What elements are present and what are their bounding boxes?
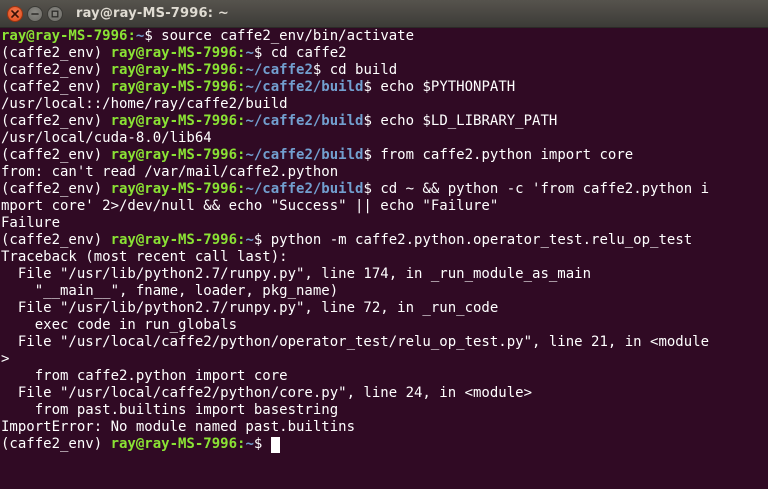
output-line: from past.builtins import basestring	[1, 402, 339, 418]
output-line: File "/usr/local/caffe2/python/core.py",…	[1, 385, 533, 401]
output-line: /usr/local::/home/ray/caffe2/build	[1, 96, 288, 112]
prompt-line: (caffe2_env) ray@ray-MS-7996:~$	[1, 436, 768, 453]
prompt-user-host: ray@ray-MS-7996	[110, 232, 238, 248]
prompt-command: $ cd ~ && python -c 'from caffe2.python …	[363, 181, 710, 197]
output-line: /usr/local/cuda-8.0/lib64	[1, 130, 212, 146]
prompt-command: $ source caffe2_env/bin/activate	[144, 28, 415, 44]
output-line: from: can't read /var/mail/caffe2.python	[1, 164, 339, 180]
prompt-command: $ cd caffe2	[253, 45, 347, 61]
prompt-line: (caffe2_env) ray@ray-MS-7996:~$ python -…	[1, 232, 768, 249]
prompt-env: (caffe2_env)	[1, 45, 111, 61]
prompt-path: ~	[245, 232, 254, 248]
output-line: mport core' 2>/dev/null && echo "Success…	[1, 198, 499, 214]
prompt-line: (caffe2_env) ray@ray-MS-7996:~/caffe2$ c…	[1, 62, 768, 79]
prompt-line: (caffe2_env) ray@ray-MS-7996:~/caffe2/bu…	[1, 147, 768, 164]
prompt-command: $ echo $PYTHONPATH	[363, 79, 516, 95]
prompt-path: ~/caffe2/build	[245, 181, 364, 197]
prompt-separator: :	[127, 28, 136, 44]
output-line: Traceback (most recent call last):	[1, 249, 288, 265]
prompt-user-host: ray@ray-MS-7996	[110, 62, 238, 78]
prompt-env: (caffe2_env)	[1, 147, 111, 163]
prompt-path: ~/caffe2/build	[245, 79, 364, 95]
prompt-line: (caffe2_env) ray@ray-MS-7996:~/caffe2/bu…	[1, 181, 768, 198]
prompt-command: $ python -m caffe2.python.operator_test.…	[253, 232, 693, 248]
prompt-env: (caffe2_env)	[1, 113, 111, 129]
prompt-user-host: ray@ray-MS-7996	[110, 147, 238, 163]
output-line: >	[1, 351, 10, 367]
close-icon	[11, 9, 19, 18]
prompt-command: $ from caffe2.python import core	[363, 147, 634, 163]
title-bar[interactable]: ray@ray-MS-7996: ~	[0, 0, 768, 28]
prompt-line: (caffe2_env) ray@ray-MS-7996:~/caffe2/bu…	[1, 113, 768, 130]
prompt-user-host: ray@ray-MS-7996	[110, 181, 238, 197]
maximize-button[interactable]	[47, 5, 63, 22]
prompt-path: ~	[245, 436, 254, 452]
prompt-env: (caffe2_env)	[1, 79, 111, 95]
prompt-command: $ echo $LD_LIBRARY_PATH	[363, 113, 558, 129]
prompt-line: (caffe2_env) ray@ray-MS-7996:~/caffe2/bu…	[1, 79, 768, 96]
prompt-path: ~/caffe2	[245, 62, 313, 78]
terminal-output[interactable]: ray@ray-MS-7996:~$ source caffe2_env/bin…	[0, 28, 768, 489]
prompt-path: ~/caffe2/build	[245, 113, 364, 129]
prompt-env: (caffe2_env)	[1, 181, 111, 197]
prompt-line: (caffe2_env) ray@ray-MS-7996:~$ cd caffe…	[1, 45, 768, 62]
prompt-user-host: ray@ray-MS-7996	[110, 79, 238, 95]
output-line: exec code in run_globals	[1, 317, 238, 333]
prompt-env: (caffe2_env)	[1, 436, 111, 452]
output-line: File "/usr/local/caffe2/python/operator_…	[1, 334, 710, 350]
window-title: ray@ray-MS-7996: ~	[76, 6, 230, 21]
prompt-user-host: ray@ray-MS-7996	[110, 45, 238, 61]
output-line: ImportError: No module named past.builti…	[1, 419, 356, 435]
prompt-user-host: ray@ray-MS-7996	[110, 113, 238, 129]
output-line: Failure	[1, 215, 61, 231]
maximize-icon	[51, 10, 59, 17]
output-line: File "/usr/lib/python2.7/runpy.py", line…	[1, 300, 499, 316]
prompt-user-host: ray@ray-MS-7996	[110, 436, 238, 452]
prompt-env: (caffe2_env)	[1, 62, 111, 78]
prompt-command: $ cd build	[312, 62, 398, 78]
prompt-command: $	[253, 436, 271, 452]
terminal-window: ray@ray-MS-7996: ~ ray@ray-MS-7996:~$ so…	[0, 0, 768, 489]
prompt-user-host: ray@ray-MS-7996	[1, 28, 128, 44]
prompt-line: ray@ray-MS-7996:~$ source caffe2_env/bin…	[1, 28, 768, 45]
prompt-env: (caffe2_env)	[1, 232, 111, 248]
text-cursor	[270, 437, 280, 453]
window-controls	[7, 5, 63, 22]
prompt-path: ~/caffe2/build	[245, 147, 364, 163]
output-line: "__main__", fname, loader, pkg_name)	[1, 283, 339, 299]
output-line: from caffe2.python import core	[1, 368, 288, 384]
prompt-path: ~	[245, 45, 254, 61]
minimize-button[interactable]	[27, 5, 43, 22]
close-button[interactable]	[7, 5, 23, 22]
minimize-icon	[31, 12, 39, 15]
output-line: File "/usr/lib/python2.7/runpy.py", line…	[1, 266, 592, 282]
